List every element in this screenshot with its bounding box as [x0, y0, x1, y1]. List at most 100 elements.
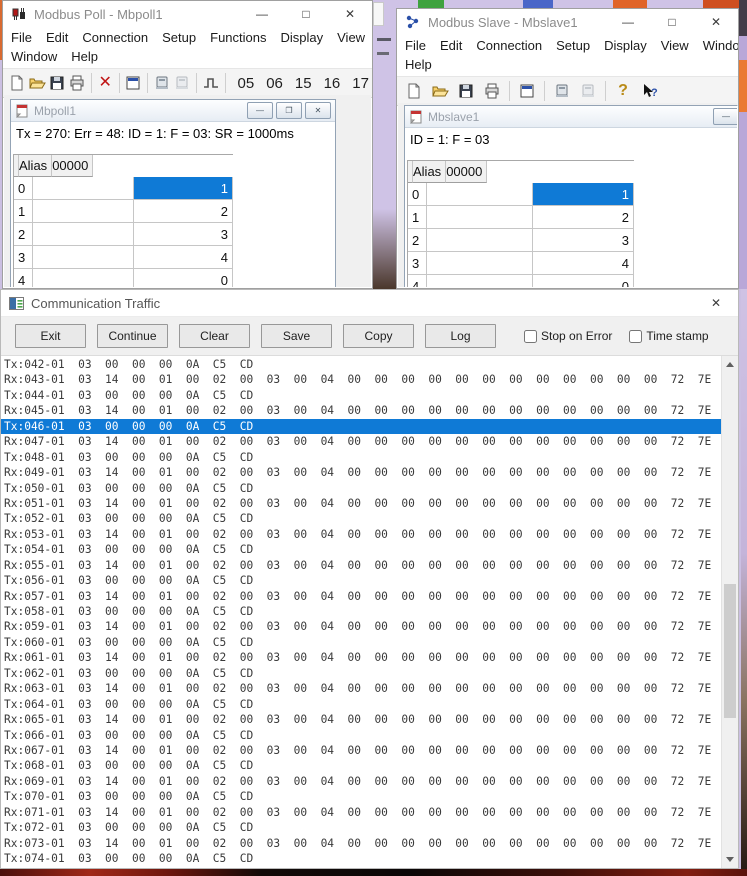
save-icon[interactable] [454, 79, 478, 103]
maximize-button[interactable]: □ [650, 9, 694, 35]
minimize-button[interactable]: — [240, 1, 284, 27]
log-line[interactable]: Rx:055-01 03 14 00 01 00 02 00 03 00 04 … [4, 558, 721, 573]
value-cell[interactable]: 3 [533, 229, 634, 252]
child-close-button[interactable]: ✕ [305, 102, 331, 119]
child-minimize-button[interactable]: — [247, 102, 273, 119]
row-header-cell[interactable]: 1 [14, 200, 33, 223]
menu-item[interactable]: View [661, 36, 689, 55]
function-code-button[interactable]: 15 [292, 75, 315, 92]
scroll-down-icon[interactable] [726, 857, 734, 862]
traffic-action-button[interactable]: Exit [15, 324, 86, 348]
log-line[interactable]: Tx:058-01 03 00 00 00 0A C5 CD [4, 604, 721, 619]
log-line[interactable]: Rx:047-01 03 14 00 01 00 02 00 03 00 04 … [4, 434, 721, 449]
child-minimize-button[interactable]: — [713, 108, 737, 125]
log-line[interactable]: Tx:064-01 03 00 00 00 0A C5 CD [4, 697, 721, 712]
log-line[interactable]: Rx:075-01 03 14 00 01 00 02 00 03 00 04 … [4, 866, 721, 868]
row-header-cell[interactable]: 3 [408, 252, 427, 275]
grid-header-cell[interactable]: 00000 [446, 161, 487, 183]
print-icon[interactable] [68, 71, 86, 95]
menu-item[interactable]: Setup [556, 36, 590, 55]
value-cell[interactable]: 1 [533, 183, 634, 206]
close-button[interactable]: ✕ [328, 1, 372, 27]
minimize-button[interactable]: — [606, 9, 650, 35]
log-line[interactable]: Tx:042-01 03 00 00 00 0A C5 CD [4, 357, 721, 372]
alias-cell[interactable] [427, 252, 533, 275]
traffic-action-button[interactable]: Clear [179, 324, 250, 348]
log-line[interactable]: Rx:059-01 03 14 00 01 00 02 00 03 00 04 … [4, 619, 721, 634]
value-cell[interactable]: 0 [533, 275, 634, 287]
log-line[interactable]: Tx:050-01 03 00 00 00 0A C5 CD [4, 481, 721, 496]
menu-item[interactable]: Functions [210, 28, 266, 47]
alias-cell[interactable] [33, 177, 134, 200]
value-cell[interactable]: 2 [533, 206, 634, 229]
value-cell[interactable]: 4 [134, 246, 233, 269]
log-line[interactable]: Tx:044-01 03 00 00 00 0A C5 CD [4, 388, 721, 403]
checkbox-input[interactable] [629, 330, 642, 343]
log-line[interactable]: Rx:071-01 03 14 00 01 00 02 00 03 00 04 … [4, 805, 721, 820]
menu-item[interactable]: Connection [476, 36, 542, 55]
row-header-cell[interactable]: 2 [14, 223, 33, 246]
log-line[interactable]: Rx:063-01 03 14 00 01 00 02 00 03 00 04 … [4, 681, 721, 696]
row-header-cell[interactable]: 2 [408, 229, 427, 252]
traffic-action-button[interactable]: Continue [97, 324, 168, 348]
close-button[interactable]: ✕ [694, 9, 738, 35]
value-cell[interactable]: 1 [134, 177, 233, 200]
new-file-icon[interactable] [402, 79, 426, 103]
log-line[interactable]: Rx:045-01 03 14 00 01 00 02 00 03 00 04 … [4, 403, 721, 418]
log-line[interactable]: Rx:043-01 03 14 00 01 00 02 00 03 00 04 … [4, 372, 721, 387]
child-restore-button[interactable]: ❐ [276, 102, 302, 119]
function-code-button[interactable]: 16 [321, 75, 344, 92]
log-line[interactable]: Tx:070-01 03 00 00 00 0A C5 CD [4, 789, 721, 804]
value-cell[interactable]: 0 [134, 269, 233, 287]
log-line[interactable]: Tx:046-01 03 00 00 00 0A C5 CD [1, 419, 721, 434]
menu-item[interactable]: Help [71, 47, 98, 66]
menu-item[interactable]: Edit [440, 36, 462, 55]
menu-item[interactable]: Help [405, 55, 432, 74]
menu-item[interactable]: File [11, 28, 32, 47]
menu-item[interactable]: Window [11, 47, 57, 66]
row-header-cell[interactable]: 4 [14, 269, 33, 287]
context-help-icon[interactable]: ? [637, 79, 661, 103]
row-header-cell[interactable]: 3 [14, 246, 33, 269]
save-icon[interactable] [48, 71, 66, 95]
function-code-button[interactable]: 06 [263, 75, 286, 92]
log-line[interactable]: Rx:049-01 03 14 00 01 00 02 00 03 00 04 … [4, 465, 721, 480]
log-line[interactable]: Tx:066-01 03 00 00 00 0A C5 CD [4, 728, 721, 743]
print-icon[interactable] [480, 79, 504, 103]
log-line[interactable]: Rx:065-01 03 14 00 01 00 02 00 03 00 04 … [4, 712, 721, 727]
traffic-action-button[interactable]: Log [425, 324, 496, 348]
menu-item[interactable]: Window [703, 36, 739, 55]
alias-cell[interactable] [427, 229, 533, 252]
grid-header-cell[interactable]: Alias [19, 155, 52, 177]
value-cell[interactable]: 3 [134, 223, 233, 246]
log-line[interactable]: Rx:051-01 03 14 00 01 00 02 00 03 00 04 … [4, 496, 721, 511]
log-line[interactable]: Tx:074-01 03 00 00 00 0A C5 CD [4, 851, 721, 866]
disconnect-icon[interactable]: ✕ [97, 71, 114, 95]
close-button[interactable]: ✕ [694, 290, 738, 316]
poll-definition-icon[interactable] [153, 71, 171, 95]
log-line[interactable]: Rx:067-01 03 14 00 01 00 02 00 03 00 04 … [4, 743, 721, 758]
setup-window-icon[interactable] [124, 71, 142, 95]
open-file-icon[interactable] [428, 79, 452, 103]
vertical-scrollbar[interactable] [721, 356, 738, 868]
alias-cell[interactable] [33, 269, 134, 287]
display-communication-icon[interactable] [550, 79, 574, 103]
log-line[interactable]: Tx:060-01 03 00 00 00 0A C5 CD [4, 635, 721, 650]
row-header-cell[interactable]: 4 [408, 275, 427, 287]
menu-item[interactable]: Setup [162, 28, 196, 47]
menu-item[interactable]: File [405, 36, 426, 55]
alias-cell[interactable] [33, 200, 134, 223]
grid-header-cell[interactable]: Alias [413, 161, 446, 183]
log-line[interactable]: Rx:057-01 03 14 00 01 00 02 00 03 00 04 … [4, 589, 721, 604]
open-file-icon[interactable] [28, 71, 46, 95]
checkbox-input[interactable] [524, 330, 537, 343]
row-header-cell[interactable]: 0 [14, 177, 33, 200]
pulse-icon[interactable] [202, 71, 220, 95]
log-line[interactable]: Tx:072-01 03 00 00 00 0A C5 CD [4, 820, 721, 835]
log-line[interactable]: Tx:048-01 03 00 00 00 0A C5 CD [4, 450, 721, 465]
menu-item[interactable]: Edit [46, 28, 68, 47]
alias-cell[interactable] [33, 223, 134, 246]
log-line[interactable]: Rx:061-01 03 14 00 01 00 02 00 03 00 04 … [4, 650, 721, 665]
scroll-up-icon[interactable] [726, 362, 734, 367]
alias-cell[interactable] [427, 206, 533, 229]
